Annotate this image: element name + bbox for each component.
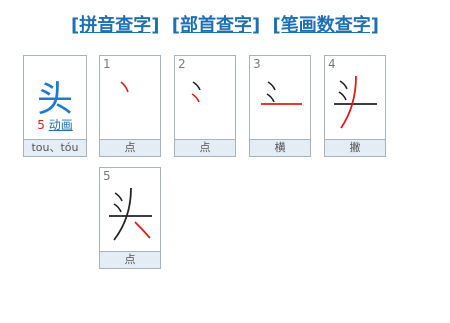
stroke-name: 点 [175, 139, 235, 156]
stroke-count-lookup-link[interactable]: [笔画数查字] [273, 15, 379, 36]
stroke-name: 点 [100, 139, 160, 156]
lookup-links: [拼音查字] [部首查字] [笔画数查字] [0, 11, 450, 37]
stroke-card-3: 3 横 [249, 55, 311, 157]
stroke-card-4: 4 撇 [324, 55, 386, 157]
stroke-5-diagram [109, 187, 152, 241]
animation-link[interactable]: 动画 [49, 118, 73, 132]
stroke-4-diagram [334, 75, 377, 129]
stroke-name: 横 [250, 139, 310, 156]
pinyin-label: tou、tóu [24, 139, 86, 156]
stroke-card-1: 1 点 [99, 55, 161, 157]
stroke-info: 5 动画 [24, 116, 86, 133]
stroke-name: 撇 [325, 139, 385, 156]
stroke-3-diagram [261, 81, 302, 105]
stroke-count: 5 [37, 118, 45, 132]
character-glyph: 头 [36, 79, 73, 120]
stroke-card-5: 5 点 [99, 167, 161, 269]
stroke-name: 点 [100, 251, 160, 268]
radical-lookup-link[interactable]: [部首查字] [172, 15, 260, 36]
stroke-1-diagram [120, 81, 129, 93]
pinyin-lookup-link[interactable]: [拼音查字] [71, 15, 159, 36]
stroke-2-diagram [191, 81, 201, 103]
stroke-card-2: 2 点 [174, 55, 236, 157]
character-card: 头 5 动画 tou、tóu [23, 55, 87, 157]
